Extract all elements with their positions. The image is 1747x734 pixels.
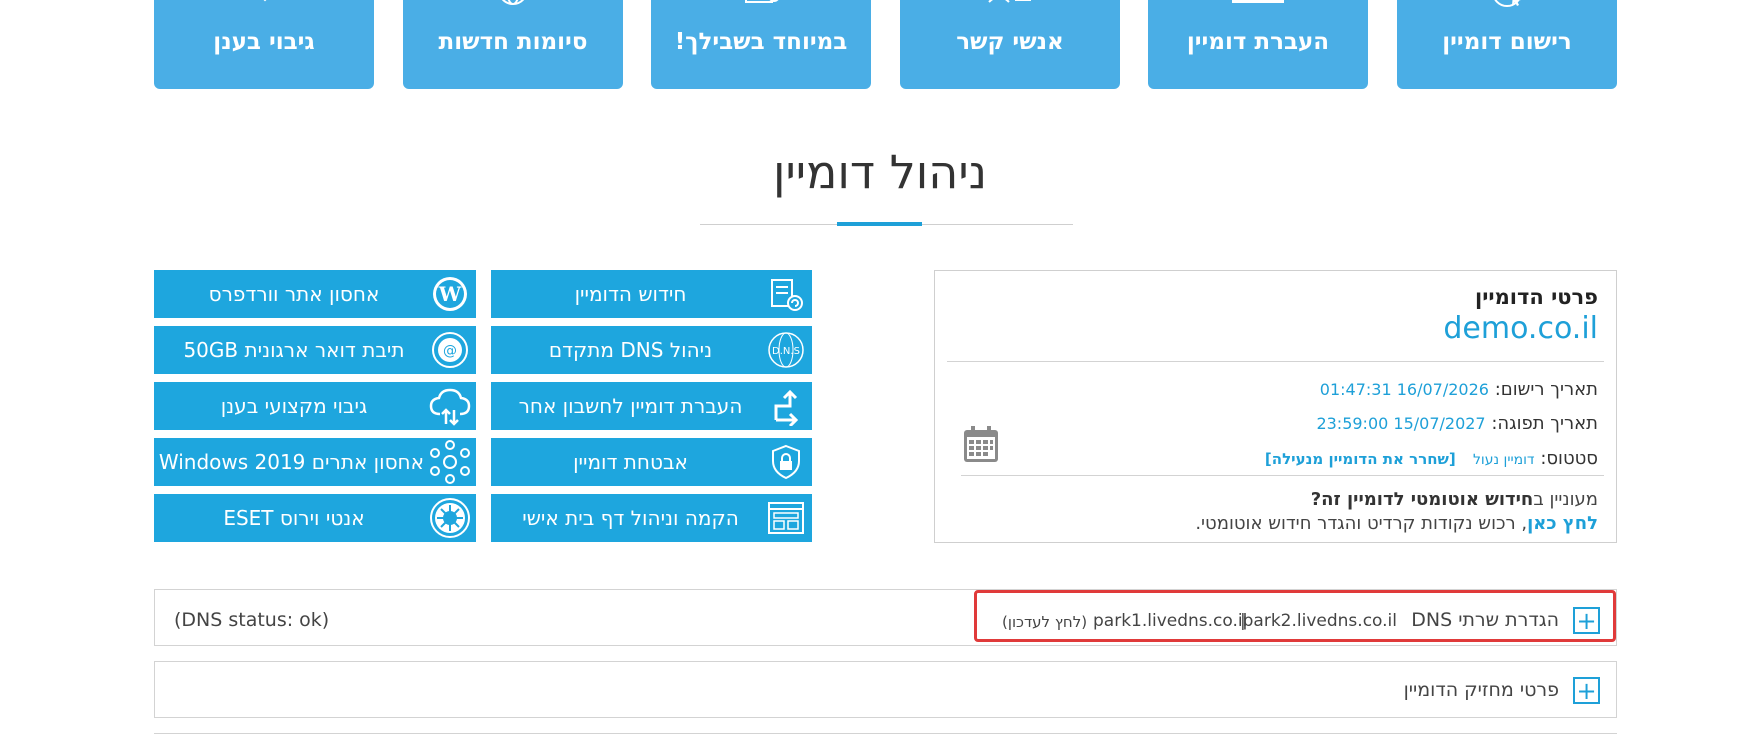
domain-holder-label: פרטי מחזיק הדומיין (1403, 679, 1559, 701)
service-domain-security[interactable]: אבטחת דומיין (491, 438, 812, 486)
nameserver-2: park2.livedns.co.il (1242, 611, 1397, 631)
dns-servers-label: הגדרת שרתי DNS (1411, 609, 1559, 631)
at-sign-icon: @ (424, 326, 476, 374)
tile-special-offer[interactable]: במיוחד בשבילך! (651, 0, 871, 89)
service-label: תיבת דואר ארגונית 50GB (183, 338, 405, 362)
tile-label: העברת דומיין (1186, 29, 1330, 55)
service-label: אחסון אתר וורדפרס (208, 282, 380, 306)
click-here-link[interactable]: לחץ כאן (1527, 513, 1598, 534)
service-label: חידוש הדומיין (574, 282, 687, 306)
registration-date-value: 16/07/2026 01:47:31 (1319, 380, 1489, 399)
service-wordpress-hosting[interactable]: W אחסון אתר וורדפרס (154, 270, 476, 318)
tile-new-extensions[interactable]: סיומות חדשות (403, 0, 623, 89)
expiry-date-label: תאריך תפוגה: (1491, 413, 1598, 434)
domain-name: demo.co.il (1443, 311, 1598, 346)
service-eset-antivirus[interactable]: אנטי וירוס ESET (154, 494, 476, 542)
service-windows-hosting[interactable]: אחסון אתרים Windows 2019 (154, 438, 476, 486)
globe-icon (488, 0, 538, 18)
domain-holder-accordion[interactable] (154, 661, 1617, 718)
details-divider-2 (961, 475, 1604, 476)
auto-renew-instructions: לחץ כאן, רכוש נקודות קרדיט והגדר חידוש א… (1195, 513, 1598, 534)
details-divider (947, 361, 1604, 362)
unlock-domain-link[interactable]: [שחרר את הדומיין מנעילה] (1265, 450, 1456, 468)
title-accent-bar (837, 222, 922, 226)
tile-label: סיומות חדשות (438, 29, 588, 55)
registration-date-label: תאריך רישום: (1494, 379, 1598, 400)
tile-contacts[interactable]: אנשי קשר (900, 0, 1120, 89)
expand-plus-icon[interactable]: + (1573, 607, 1600, 634)
nameserver-1: park1.livedns.co.il (1093, 611, 1248, 631)
laptop-icon (1228, 0, 1288, 18)
wordpress-icon: W (424, 270, 476, 318)
tile-label: רישום דומיין (1442, 29, 1572, 55)
tile-cloud-backup[interactable]: גיבוי בענן (154, 0, 374, 89)
registration-date-row: תאריך רישום: 16/07/2026 01:47:31 (1320, 379, 1598, 400)
service-personal-homepage[interactable]: הקמה וניהול דף בית אישי (491, 494, 812, 542)
service-label: ניהול DNS מתקדם (548, 338, 713, 362)
auto-renew-rest: , רכוש נקודות קרדיט והגדר חידוש אוטומטי. (1195, 513, 1528, 534)
virus-icon (424, 494, 476, 542)
tile-transfer-domain[interactable]: העברת דומיין (1148, 0, 1368, 89)
service-pro-cloud-backup[interactable]: גיבוי מקצועי בענן (154, 382, 476, 430)
tile-label: אנשי קשר (956, 29, 1064, 55)
cloud-sync-icon (239, 0, 289, 18)
service-renew-domain[interactable]: חידוש הדומיין (491, 270, 812, 318)
transfer-arrows-icon (760, 382, 812, 430)
service-label: גיבוי מקצועי בענן (220, 394, 368, 418)
shield-lock-icon (760, 438, 812, 486)
auto-renew-bold: חידוש אוטומטי לדומיין זה? (1310, 489, 1534, 510)
status-label: סטטוס: (1540, 448, 1598, 469)
svg-text:W: W (438, 282, 462, 306)
status-row: סטטוס: דומיין נעול [שחרר את הדומיין מנעי… (1265, 448, 1598, 469)
page-title: ניהול דומיין (772, 145, 988, 199)
auto-renew-prefix: מעוניין ב (1533, 489, 1598, 510)
details-title: פרטי הדומיין (1475, 285, 1598, 309)
expiry-date-value: 15/07/2027 23:59:00 (1316, 414, 1486, 433)
contacts-icon (985, 0, 1035, 18)
globe-cursor-icon (1485, 0, 1529, 18)
dns-globe-icon: D.N.S (760, 326, 812, 374)
service-label: אנטי וירוס ESET (223, 506, 365, 530)
svg-text:D.N.S: D.N.S (772, 346, 800, 357)
svg-text:@: @ (443, 343, 457, 359)
service-label: הקמה וניהול דף בית אישי (522, 506, 739, 530)
dns-status: (DNS status: ok) (174, 609, 330, 631)
network-nodes-icon (424, 438, 476, 486)
service-advanced-dns[interactable]: D.N.S ניהול DNS מתקדם (491, 326, 812, 374)
tile-label: במיוחד בשבילך! (674, 29, 848, 55)
calendar-icon (963, 425, 999, 467)
status-value: דומיין נעול (1472, 452, 1535, 468)
webpage-icon (760, 494, 812, 542)
service-transfer-account[interactable]: העברת דומיין לחשבון אחר (491, 382, 812, 430)
tile-register-domain[interactable]: רישום דומיין (1397, 0, 1617, 89)
tile-label: גיבוי בענן (213, 29, 315, 55)
gift-icon (736, 0, 786, 18)
service-label: אבטחת דומיין (573, 450, 688, 474)
expiry-date-row: תאריך תפוגה: 15/07/2027 23:59:00 (1316, 413, 1598, 434)
update-dns-link[interactable]: (לחץ לעדכון) (1002, 613, 1087, 631)
cloud-upload-icon (424, 382, 476, 430)
auto-renew-question: מעוניין בחידוש אוטומטי לדומיין זה? (1311, 489, 1598, 510)
service-business-email[interactable]: @ תיבת דואר ארגונית 50GB (154, 326, 476, 374)
domain-details-panel: פרטי הדומיין demo.co.il תאריך רישום: 16/… (934, 270, 1617, 543)
renew-document-icon (760, 270, 812, 318)
expand-plus-icon[interactable]: + (1573, 677, 1600, 704)
service-label: העברת דומיין לחשבון אחר (518, 394, 743, 418)
service-label: אחסון אתרים Windows 2019 (158, 450, 424, 474)
